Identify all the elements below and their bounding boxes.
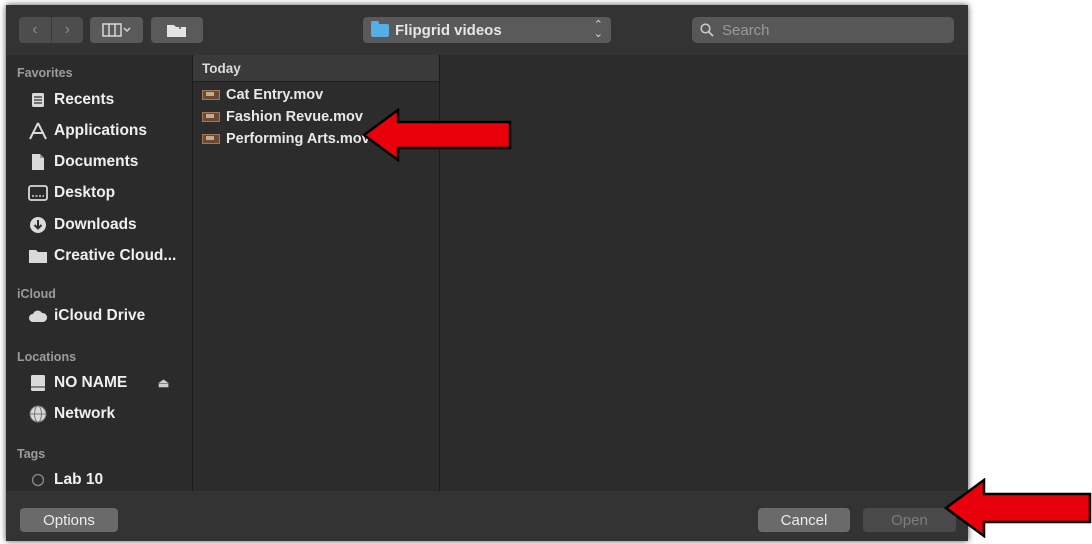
location-label: Flipgrid videos [395,21,502,39]
sidebar-item-applications[interactable]: Applications [28,118,147,144]
tag-circle-icon [28,471,48,489]
file-row-cat-entry[interactable]: Cat Entry.mov [193,84,439,106]
file-name: Performing Arts.mov [226,131,370,147]
preview-column [440,55,968,491]
sidebar-item-label: Applications [54,122,148,139]
sidebar: Favorites Recents Applications Documents… [6,55,193,491]
columns-view-icon [101,23,131,37]
sidebar-item-recents[interactable]: Recents [28,87,114,113]
cancel-button[interactable]: Cancel [758,508,850,532]
sidebar-item-creative-cloud[interactable]: Creative Cloud... [28,243,176,269]
location-popup[interactable]: Flipgrid videos ⌃ ⌄ [363,17,611,43]
bottom-bar: Options Cancel Open [6,491,968,541]
forward-button[interactable]: › [51,17,83,43]
folder-icon [371,20,389,37]
documents-icon [28,153,48,171]
movie-file-icon [202,134,220,144]
sidebar-item-label: Downloads [54,216,137,233]
back-button[interactable]: ‹ [19,17,51,43]
view-mode-button[interactable] [90,17,143,43]
sidebar-item-documents[interactable]: Documents [28,149,138,175]
open-button[interactable]: Open [863,508,956,532]
sidebar-item-downloads[interactable]: Downloads [28,212,137,238]
new-folder-icon [167,23,186,37]
updown-chevron-icon: ⌃ ⌄ [593,19,603,40]
sidebar-item-label: iCloud Drive [54,307,146,324]
movie-file-icon [202,90,220,100]
sidebar-item-label: Recents [54,91,115,108]
search-input[interactable] [720,20,944,40]
nav-button-group: ‹ › [19,17,83,43]
chevron-left-icon: ‹ [32,21,38,38]
applications-icon [28,122,48,140]
sidebar-section-tags: Tags [17,447,46,461]
sidebar-item-label: Documents [54,153,139,170]
eject-icon[interactable]: ⏏ [158,376,169,390]
movie-file-icon [202,112,220,122]
network-icon [28,405,48,423]
toolbar: ‹ › Flipgrid videos ⌃ ⌄ [6,5,968,55]
annotation-arrow-open [944,478,1092,538]
folder-icon [28,247,48,265]
search-field[interactable] [692,17,954,43]
sidebar-section-icloud: iCloud [17,287,56,301]
file-name: Fashion Revue.mov [226,109,363,125]
sidebar-section-locations: Locations [17,350,77,364]
desktop-icon [28,184,48,202]
column-header-today: Today [193,55,439,82]
new-folder-button[interactable] [151,17,203,43]
sidebar-item-desktop[interactable]: Desktop [28,180,115,206]
sidebar-item-label: Desktop [54,184,116,201]
sidebar-item-label: Lab 10 [54,471,104,488]
file-open-dialog: ‹ › Flipgrid videos ⌃ ⌄ Search Favorites… [6,5,968,541]
sidebar-item-network[interactable]: Network [28,401,115,427]
annotation-arrow-file [362,108,512,162]
file-name: Cat Entry.mov [226,87,324,103]
search-icon [700,23,714,37]
sidebar-item-icloud-drive[interactable]: iCloud Drive [28,303,145,329]
options-button[interactable]: Options [20,508,118,532]
sidebar-item-label: Network [54,405,116,422]
sidebar-section-favorites: Favorites [17,66,73,80]
sidebar-item-label: NO NAME [54,374,128,391]
sidebar-item-tag-lab-10[interactable]: Lab 10 [28,467,103,493]
sidebar-item-label: Creative Cloud... [54,247,177,264]
recents-icon [28,91,48,109]
cloud-icon [28,307,48,325]
sidebar-item-no-name[interactable]: NO NAME ⏏ [28,370,169,396]
drive-icon [28,374,48,392]
downloads-icon [28,216,48,234]
chevron-right-icon: › [64,21,70,38]
